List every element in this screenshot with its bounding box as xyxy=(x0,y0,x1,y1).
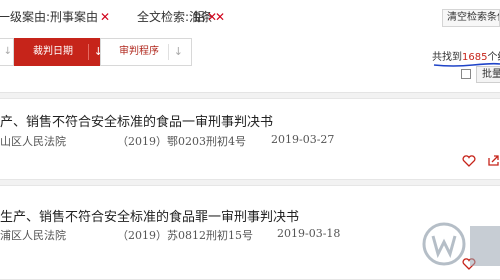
divider xyxy=(88,44,89,60)
filter-tag-case-type[interactable]: 一级案由:刑事案由 ✕ xyxy=(0,8,110,25)
select-all-checkbox[interactable] xyxy=(461,69,471,79)
sort-by-date-button[interactable]: 裁判日期 ↓ xyxy=(14,38,112,66)
sort-button-partial[interactable]: ↓ xyxy=(0,38,14,66)
arrow-down-icon: ↓ xyxy=(173,45,183,58)
sort-button-label: 审判程序 xyxy=(119,46,159,57)
filter-tag-label: 铝 xyxy=(193,10,206,24)
case-title-link[interactable]: 生产、销售不符合安全标准的食品罪一审刑事判决书 xyxy=(0,206,299,225)
court-name: 山区人民法院 xyxy=(0,135,66,148)
sort-bar: ↓ 裁判日期 ↓ 审判程序 ↓ 共找到1685个结果 批量下载 xyxy=(0,34,500,93)
close-icon[interactable]: ✕ xyxy=(207,10,217,24)
watermark-logo xyxy=(422,222,500,266)
clear-filters-button[interactable]: 清空检索条件 xyxy=(442,9,500,27)
heart-icon[interactable] xyxy=(462,155,476,167)
case-title-link[interactable]: 产、销售不符合安全标准的食品一审刑事判决书 xyxy=(0,111,273,130)
filter-tag-keyword[interactable]: 铝 ✕ xyxy=(193,8,217,25)
filter-tag-label: 一级案由:刑事案由 xyxy=(0,10,99,24)
court-name: 浦区人民法院 xyxy=(0,229,66,242)
result-card: 产、销售不符合安全标准的食品一审刑事判决书 山区人民法院 （2019）鄂0203… xyxy=(0,98,500,180)
case-number: （2019）苏0812刑初15号 xyxy=(117,229,253,242)
divider xyxy=(168,44,169,60)
sort-by-procedure-button[interactable]: 审判程序 ↓ xyxy=(100,38,192,66)
sort-button-label: 裁判日期 xyxy=(33,46,73,57)
filter-bar: 一级案由:刑事案由✕ 全文检索:油条✕ 铝✕ 清空检索条件 xyxy=(0,0,500,35)
judgment-date: 2019-03-18 xyxy=(277,227,341,240)
case-number: （2019）鄂0203刑初4号 xyxy=(117,135,246,148)
arrow-down-icon: ↓ xyxy=(3,46,12,57)
close-icon[interactable]: ✕ xyxy=(100,10,110,24)
result-count: 共找到1685个结果 xyxy=(432,48,500,63)
share-icon[interactable] xyxy=(487,154,500,167)
batch-download-button[interactable]: 批量下载 xyxy=(476,66,500,83)
judgment-date: 2019-03-27 xyxy=(271,133,335,146)
